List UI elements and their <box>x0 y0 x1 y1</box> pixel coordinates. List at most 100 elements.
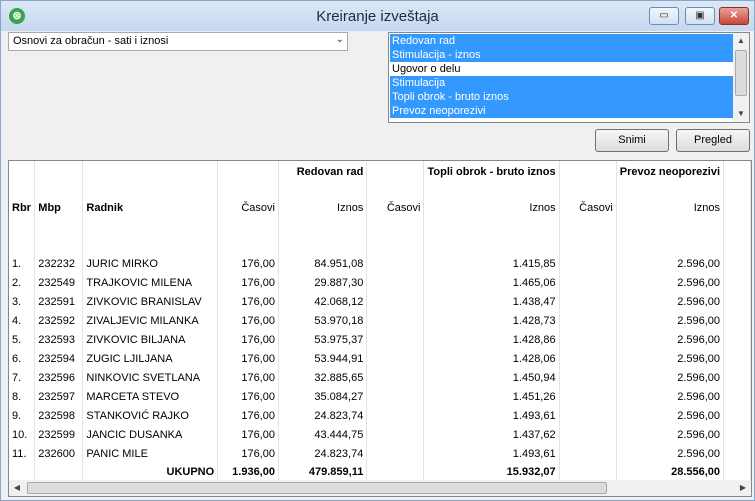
cell-empty <box>723 292 751 311</box>
cell-radnik: STANKOVIĆ RAJKO <box>82 406 219 425</box>
cell-iznos: 2.596,00 <box>616 349 725 368</box>
cell-radnik: PANIC MILE <box>82 444 219 463</box>
cell-radnik: NINKOVIC SVETLANA <box>82 368 219 387</box>
close-button[interactable]: ✕ <box>719 7 749 25</box>
listbox-item[interactable]: Redovan rad <box>390 34 734 48</box>
cell-mbp: 232600 <box>34 444 84 463</box>
cell-rbr: 5. <box>9 330 36 349</box>
cell-iznos: 1.465,06 <box>423 273 560 292</box>
cell-rbr: 7. <box>9 368 36 387</box>
cell-casovi: 176,00 <box>217 273 279 292</box>
cell-casovi <box>366 273 425 292</box>
cell-iznos: 2.596,00 <box>616 406 725 425</box>
table-row[interactable]: 9. 232598 STANKOVIĆ RAJKO 176,00 24.823,74 1.… <box>9 406 751 425</box>
table-row[interactable]: 4. 232592 ZIVALJEVIC MILANKA 176,00 53.970,1… <box>9 311 751 330</box>
cell-iznos: 2.596,00 <box>616 292 725 311</box>
table-row[interactable]: 5. 232593 ZIVKOVIC BILJANA 176,00 53.975,37 1… <box>9 330 751 349</box>
earnings-type-listbox[interactable]: Redovan rad Stimulacija - iznos Ugovor o d… <box>388 32 750 123</box>
cell-rbr: 11. <box>9 444 36 463</box>
report-grid[interactable]: Redovan rad Topli obrok - bruto iznos Pr… <box>8 160 752 497</box>
cell-iznos: 2.596,00 <box>616 273 725 292</box>
cell-iznos: 1.415,85 <box>423 254 560 273</box>
cell-casovi <box>559 254 617 273</box>
cell-casovi: 176,00 <box>217 349 279 368</box>
table-row[interactable]: 11. 232600 PANIC MILE 176,00 24.823,74 1.493,… <box>9 444 751 463</box>
cell-iznos: 2.596,00 <box>616 387 725 406</box>
cell-casovi <box>559 406 617 425</box>
preview-button[interactable]: Pregled <box>676 129 750 152</box>
col-header-iznos: Iznos <box>278 183 368 232</box>
col-header-casovi: Časovi <box>366 183 425 232</box>
cell-iznos: 53.944,91 <box>278 349 368 368</box>
cell-radnik: ZIVALJEVIC MILANKA <box>82 311 219 330</box>
cell-iznos: 2.596,00 <box>616 311 725 330</box>
total-casovi <box>366 463 425 481</box>
listbox-item[interactable] <box>390 118 734 122</box>
cell-iznos: 32.885,65 <box>278 368 368 387</box>
table-row[interactable]: 1. 232232 JURIC MIRKO 176,00 84.951,08 1.415,… <box>9 254 751 273</box>
listbox-item[interactable]: Stimulacija - iznos <box>390 48 734 62</box>
scroll-thumb[interactable] <box>735 50 747 96</box>
listbox-item[interactable]: Stimulacija <box>390 76 734 90</box>
cell-iznos: 1.437,62 <box>423 425 560 444</box>
spacer-row <box>9 232 751 254</box>
cell-rbr: 3. <box>9 292 36 311</box>
group-header: Topli obrok - bruto iznos <box>423 161 560 183</box>
cell-casovi <box>559 368 617 387</box>
listbox-item[interactable]: Prevoz neoporezivi <box>390 104 734 118</box>
table-row[interactable]: 2. 232549 TRAJKOVIC MILENA 176,00 29.887,30 1… <box>9 273 751 292</box>
cell-casovi <box>366 406 425 425</box>
scroll-right-icon[interactable]: ▶ <box>735 480 751 496</box>
table-row[interactable]: 7. 232596 NINKOVIC SVETLANA 176,00 32.885,65… <box>9 368 751 387</box>
cell-empty <box>723 463 751 481</box>
cell-casovi <box>559 273 617 292</box>
grid-horizontal-scrollbar[interactable]: ◀ ▶ <box>9 480 751 496</box>
table-row[interactable]: 10. 232599 JANCIC DUSANKA 176,00 43.444,75 1.… <box>9 425 751 444</box>
cell-casovi: 176,00 <box>217 330 279 349</box>
cell-rbr: 4. <box>9 311 36 330</box>
cell-empty <box>723 330 751 349</box>
cell-empty <box>723 254 751 273</box>
col-header-radnik: Radnik <box>82 183 219 232</box>
total-iznos: 28.556,00 <box>616 463 725 481</box>
listbox-items: Redovan rad Stimulacija - iznos Ugovor o d… <box>390 34 734 122</box>
cell-casovi <box>366 311 425 330</box>
cell-mbp: 232594 <box>34 349 84 368</box>
scroll-up-icon[interactable]: ▲ <box>733 33 749 49</box>
table-row[interactable]: 3. 232591 ZIVKOVIC BRANISLAV 176,00 42.068,1… <box>9 292 751 311</box>
cell-empty <box>34 463 84 481</box>
chevron-down-icon[interactable]: ⌄ <box>336 34 344 45</box>
cell-casovi <box>366 292 425 311</box>
cell-radnik: MARCETA STEVO <box>82 387 219 406</box>
listbox-item[interactable]: Ugovor o delu <box>390 62 734 76</box>
save-button[interactable]: Snimi <box>595 129 669 152</box>
cell-casovi <box>366 254 425 273</box>
cell-mbp: 232592 <box>34 311 84 330</box>
scroll-left-icon[interactable]: ◀ <box>9 480 25 496</box>
maximize-button[interactable]: ▣ <box>685 7 715 25</box>
minimize-button[interactable]: ▭ <box>649 7 679 25</box>
cell-casovi <box>366 425 425 444</box>
cell-empty <box>723 387 751 406</box>
col-header-casovi: Časovi <box>217 183 279 232</box>
cell-iznos: 2.596,00 <box>616 254 725 273</box>
cell-casovi: 176,00 <box>217 444 279 463</box>
listbox-item[interactable]: Topli obrok - bruto iznos <box>390 90 734 104</box>
title-bar[interactable]: ⊛ Kreiranje izveštaja ▭ ▣ ✕ <box>1 1 754 31</box>
cell-casovi <box>366 330 425 349</box>
group-header-row: Redovan rad Topli obrok - bruto iznos Pr… <box>9 161 751 183</box>
cell-casovi <box>366 444 425 463</box>
table-row[interactable]: 6. 232594 ZUGIC LJILJANA 176,00 53.944,91 1.4… <box>9 349 751 368</box>
scroll-down-icon[interactable]: ▼ <box>733 106 749 122</box>
cell-radnik: ZIVKOVIC BILJANA <box>82 330 219 349</box>
cell-empty <box>723 273 751 292</box>
listbox-vertical-scrollbar[interactable]: ▲ ▼ <box>733 33 749 122</box>
scroll-thumb[interactable] <box>27 482 607 494</box>
total-row: UKUPNO 1.936,00 479.859,11 15.932,07 28.556,… <box>9 463 751 481</box>
cell-rbr: 2. <box>9 273 36 292</box>
col-header-casovi: Časovi <box>559 183 617 232</box>
basis-dropdown[interactable]: Osnovi za obračun - sati i iznosi ⌄ <box>8 32 348 51</box>
cell-iznos: 43.444,75 <box>278 425 368 444</box>
table-row[interactable]: 8. 232597 MARCETA STEVO 176,00 35.084,27 1.45… <box>9 387 751 406</box>
cell-casovi <box>559 292 617 311</box>
